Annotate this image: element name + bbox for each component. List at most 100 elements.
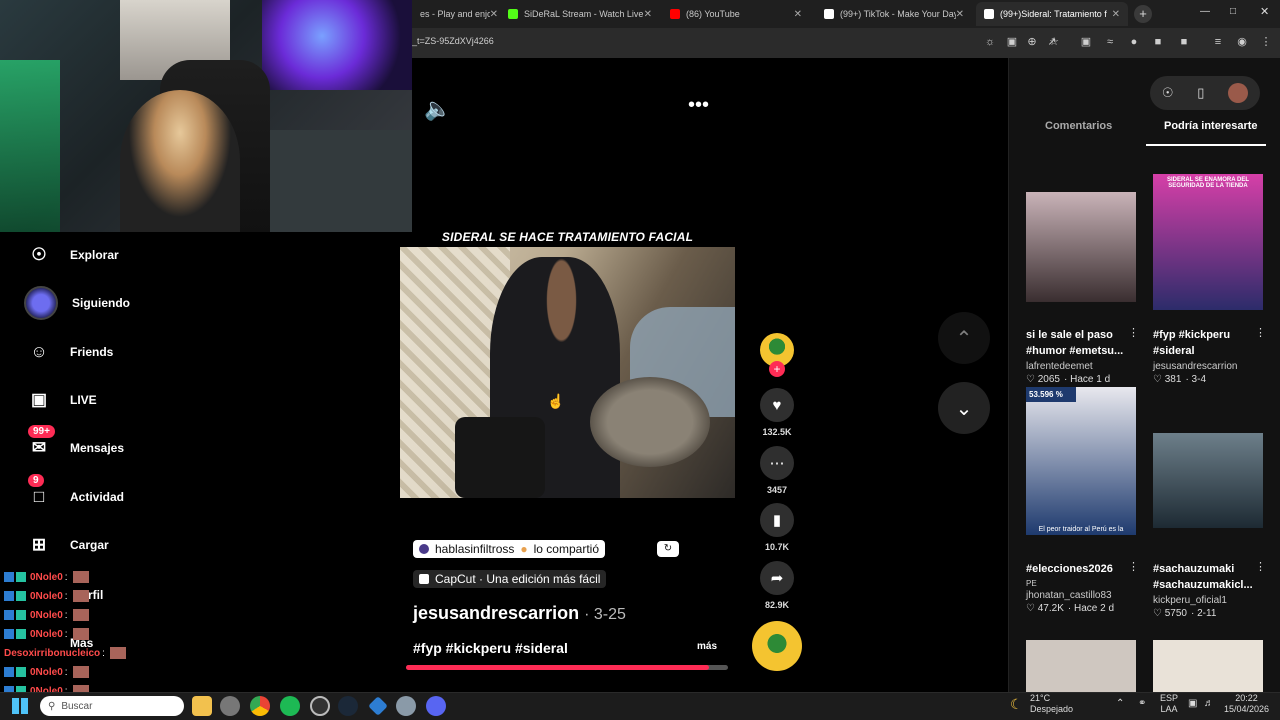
share-action[interactable]: ➦ 82.9K <box>760 561 794 610</box>
tab-podria-interesarte[interactable]: Podría interesarte <box>1164 120 1258 132</box>
recommended-video-thumbnail[interactable] <box>1026 192 1136 302</box>
capcut-label[interactable]: CapCut · Una edición más fácil <box>435 572 600 586</box>
network-icon[interactable]: ▣ <box>1188 698 1197 709</box>
show-hidden-icons-chevron-icon[interactable]: ⌃ <box>1116 698 1124 709</box>
microphone-icon[interactable]: ⚭ <box>1138 698 1146 709</box>
recommended-video-thumbnail[interactable]: SIDERAL SE ENAMORA DEL SEGURIDAD DE LA T… <box>1153 174 1263 310</box>
language-indicator[interactable]: ESP LAA <box>1160 693 1178 715</box>
shared-by-chip[interactable]: hablasinfiltross ● lo compartió <box>413 540 605 558</box>
browser-tab[interactable]: (99+)Sideral: Tratamiento f ✕ <box>976 2 1128 26</box>
obs-icon[interactable] <box>310 696 330 716</box>
browser-tab[interactable]: (99+) TikTok - Make Your Day ✕ <box>816 2 972 26</box>
weather-widget[interactable]: 21°C Despejado <box>1030 693 1073 715</box>
card-options-icon[interactable]: ⋮ <box>1128 326 1139 339</box>
more-options-icon[interactable]: ••• <box>688 94 709 117</box>
sidebar-item-explorar[interactable]: ☉ Explorar <box>24 235 118 275</box>
save-action[interactable]: ▮ 10.7K <box>760 503 794 552</box>
bookmark-icon[interactable]: ▮ <box>760 503 794 537</box>
video-author[interactable]: jesusandrescarrion · 3-25 <box>413 603 626 624</box>
profile-avatar-icon[interactable]: ◉ <box>1234 34 1250 50</box>
browser-tab[interactable]: (86) YouTube ✕ <box>662 2 810 26</box>
url-text[interactable]: _t=ZS-95ZdXVj4266 <box>412 36 494 46</box>
steam-icon[interactable] <box>338 696 358 716</box>
sidebar-item-live[interactable]: ▣ LIVE <box>24 380 97 420</box>
recommended-video-title[interactable]: #elecciones2026 <box>1026 561 1131 577</box>
more-description-link[interactable]: más <box>697 641 717 652</box>
browser-tab[interactable]: SiDeRaL Stream - Watch Live o ✕ <box>500 2 660 26</box>
chat-username[interactable]: 0Nole0 <box>30 572 63 583</box>
browser-menu-icon[interactable]: ⋮ <box>1258 34 1274 50</box>
extensions-puzzle-icon[interactable]: ■ <box>1176 34 1192 50</box>
chat-username[interactable]: 0Nole0 <box>30 629 63 640</box>
sidebar-item-actividad[interactable]: □ 9 Actividad <box>24 474 124 517</box>
media-controls-icon[interactable]: ≡ <box>1210 34 1226 50</box>
recommended-video-thumbnail[interactable] <box>1026 640 1136 692</box>
browser-tab[interactable]: es - Play and enjoy ✕ <box>412 2 506 26</box>
translate-icon[interactable]: ☼ <box>982 34 998 50</box>
recommended-video-author[interactable]: jesusandrescarrion <box>1153 361 1263 372</box>
xbox-icon[interactable] <box>220 696 240 716</box>
recommended-video-author[interactable]: jhonatan_castillo83 <box>1026 590 1136 601</box>
follow-plus-icon[interactable]: + <box>769 361 785 377</box>
discord-icon[interactable] <box>426 696 446 716</box>
recommended-video-title[interactable]: #sachauzumaki #sachauzumakicl... <box>1153 561 1258 593</box>
next-video-button[interactable]: ⌄ <box>938 382 990 434</box>
chat-username[interactable]: Desoxirribonucleico <box>4 648 100 659</box>
compass-icon[interactable]: ☉ <box>1162 85 1174 101</box>
capcut-link[interactable]: CapCut · Una edición más fácil <box>413 570 607 588</box>
recommended-video-thumbnail[interactable] <box>1153 640 1263 692</box>
previous-video-button[interactable]: ⌃ <box>938 312 990 364</box>
cast-icon[interactable]: ▣ <box>1004 34 1020 50</box>
sidebar-item-mensajes[interactable]: ✉ 99+ Mensajes <box>24 425 124 468</box>
extension-dot-icon[interactable]: ● <box>1126 34 1142 50</box>
spotify-icon[interactable] <box>280 696 300 716</box>
recommended-video-thumbnail[interactable]: 53.596 % El peor traidor al Perú es la <box>1026 387 1136 535</box>
video-player[interactable] <box>400 247 735 498</box>
volume-icon[interactable]: 🔈 <box>424 96 451 122</box>
like-action[interactable]: ♥ 132.5K <box>760 388 794 437</box>
sidebar-item-friends[interactable]: ☺ Friends <box>24 332 113 372</box>
tab-close-icon[interactable]: ✕ <box>956 9 964 20</box>
user-avatar[interactable] <box>1228 83 1249 103</box>
tab-close-icon[interactable]: ✕ <box>490 9 498 20</box>
sharer-name[interactable]: hablasinfiltross <box>435 542 514 556</box>
recommended-video-info[interactable]: #sachauzumaki #sachauzumakicl... kickperu… <box>1153 561 1263 619</box>
windows-start-icon[interactable] <box>12 698 28 714</box>
recommended-video-author[interactable]: lafrentedeemet <box>1026 361 1136 372</box>
comment-icon[interactable]: ⋯ <box>760 446 794 480</box>
author-name[interactable]: jesusandrescarrion <box>413 603 579 623</box>
maximize-icon[interactable]: □ <box>1230 6 1236 17</box>
card-options-icon[interactable]: ⋮ <box>1128 560 1139 573</box>
sidebar-item-perfil-partial[interactable]: rfil <box>88 588 103 602</box>
tab-comments[interactable]: Comentarios <box>1045 120 1112 132</box>
chat-username[interactable]: 0Nole0 <box>30 591 63 602</box>
card-options-icon[interactable]: ⋮ <box>1255 326 1266 339</box>
chrome-icon[interactable] <box>250 696 270 716</box>
recommended-video-thumbnail[interactable] <box>1153 433 1263 528</box>
sidebar-item-cargar[interactable]: ⊞ Cargar <box>24 525 109 565</box>
tab-close-icon[interactable]: ✕ <box>794 9 802 20</box>
clock[interactable]: 20:22 15/04/2026 <box>1224 693 1269 715</box>
recommended-video-author[interactable]: kickperu_oficial1 <box>1153 595 1263 606</box>
chat-username[interactable]: 0Nole0 <box>30 610 63 621</box>
taskbar-search[interactable]: ⚲ Buscar <box>40 696 184 716</box>
video-progress-bar[interactable] <box>406 665 728 670</box>
recommended-video-title[interactable]: si le sale el paso #humor #emetsu... <box>1026 327 1131 359</box>
card-options-icon[interactable]: ⋮ <box>1255 560 1266 573</box>
extension-badge-icon[interactable]: ■ <box>1150 34 1166 50</box>
recommended-video-title[interactable]: #fyp #kickperu #sideral <box>1153 327 1258 359</box>
settings-gear-icon[interactable] <box>396 696 416 716</box>
new-tab-button[interactable]: + <box>1134 5 1152 23</box>
bookmark-star-icon[interactable]: ☆ <box>1046 34 1062 50</box>
speaker-icon[interactable]: ♬ <box>1204 698 1214 709</box>
heart-icon[interactable]: ♥ <box>760 388 794 422</box>
extension-translate-icon[interactable]: ▣ <box>1078 34 1094 50</box>
repost-icon[interactable]: ↻ <box>657 541 679 557</box>
tab-close-icon[interactable]: ✕ <box>644 9 652 20</box>
tab-close-icon[interactable]: ✕ <box>1112 9 1120 20</box>
recommended-video-info[interactable]: #elecciones2026 PE jhonatan_castillo83 ♡ 47… <box>1026 561 1136 614</box>
phone-icon[interactable]: ▯ <box>1197 85 1204 101</box>
video-hashtags[interactable]: #fyp #kickperu #sideral <box>413 640 568 656</box>
extension-audio-icon[interactable]: ≈ <box>1102 34 1118 50</box>
sidebar-item-siguiendo[interactable]: Siguiendo <box>24 283 130 323</box>
